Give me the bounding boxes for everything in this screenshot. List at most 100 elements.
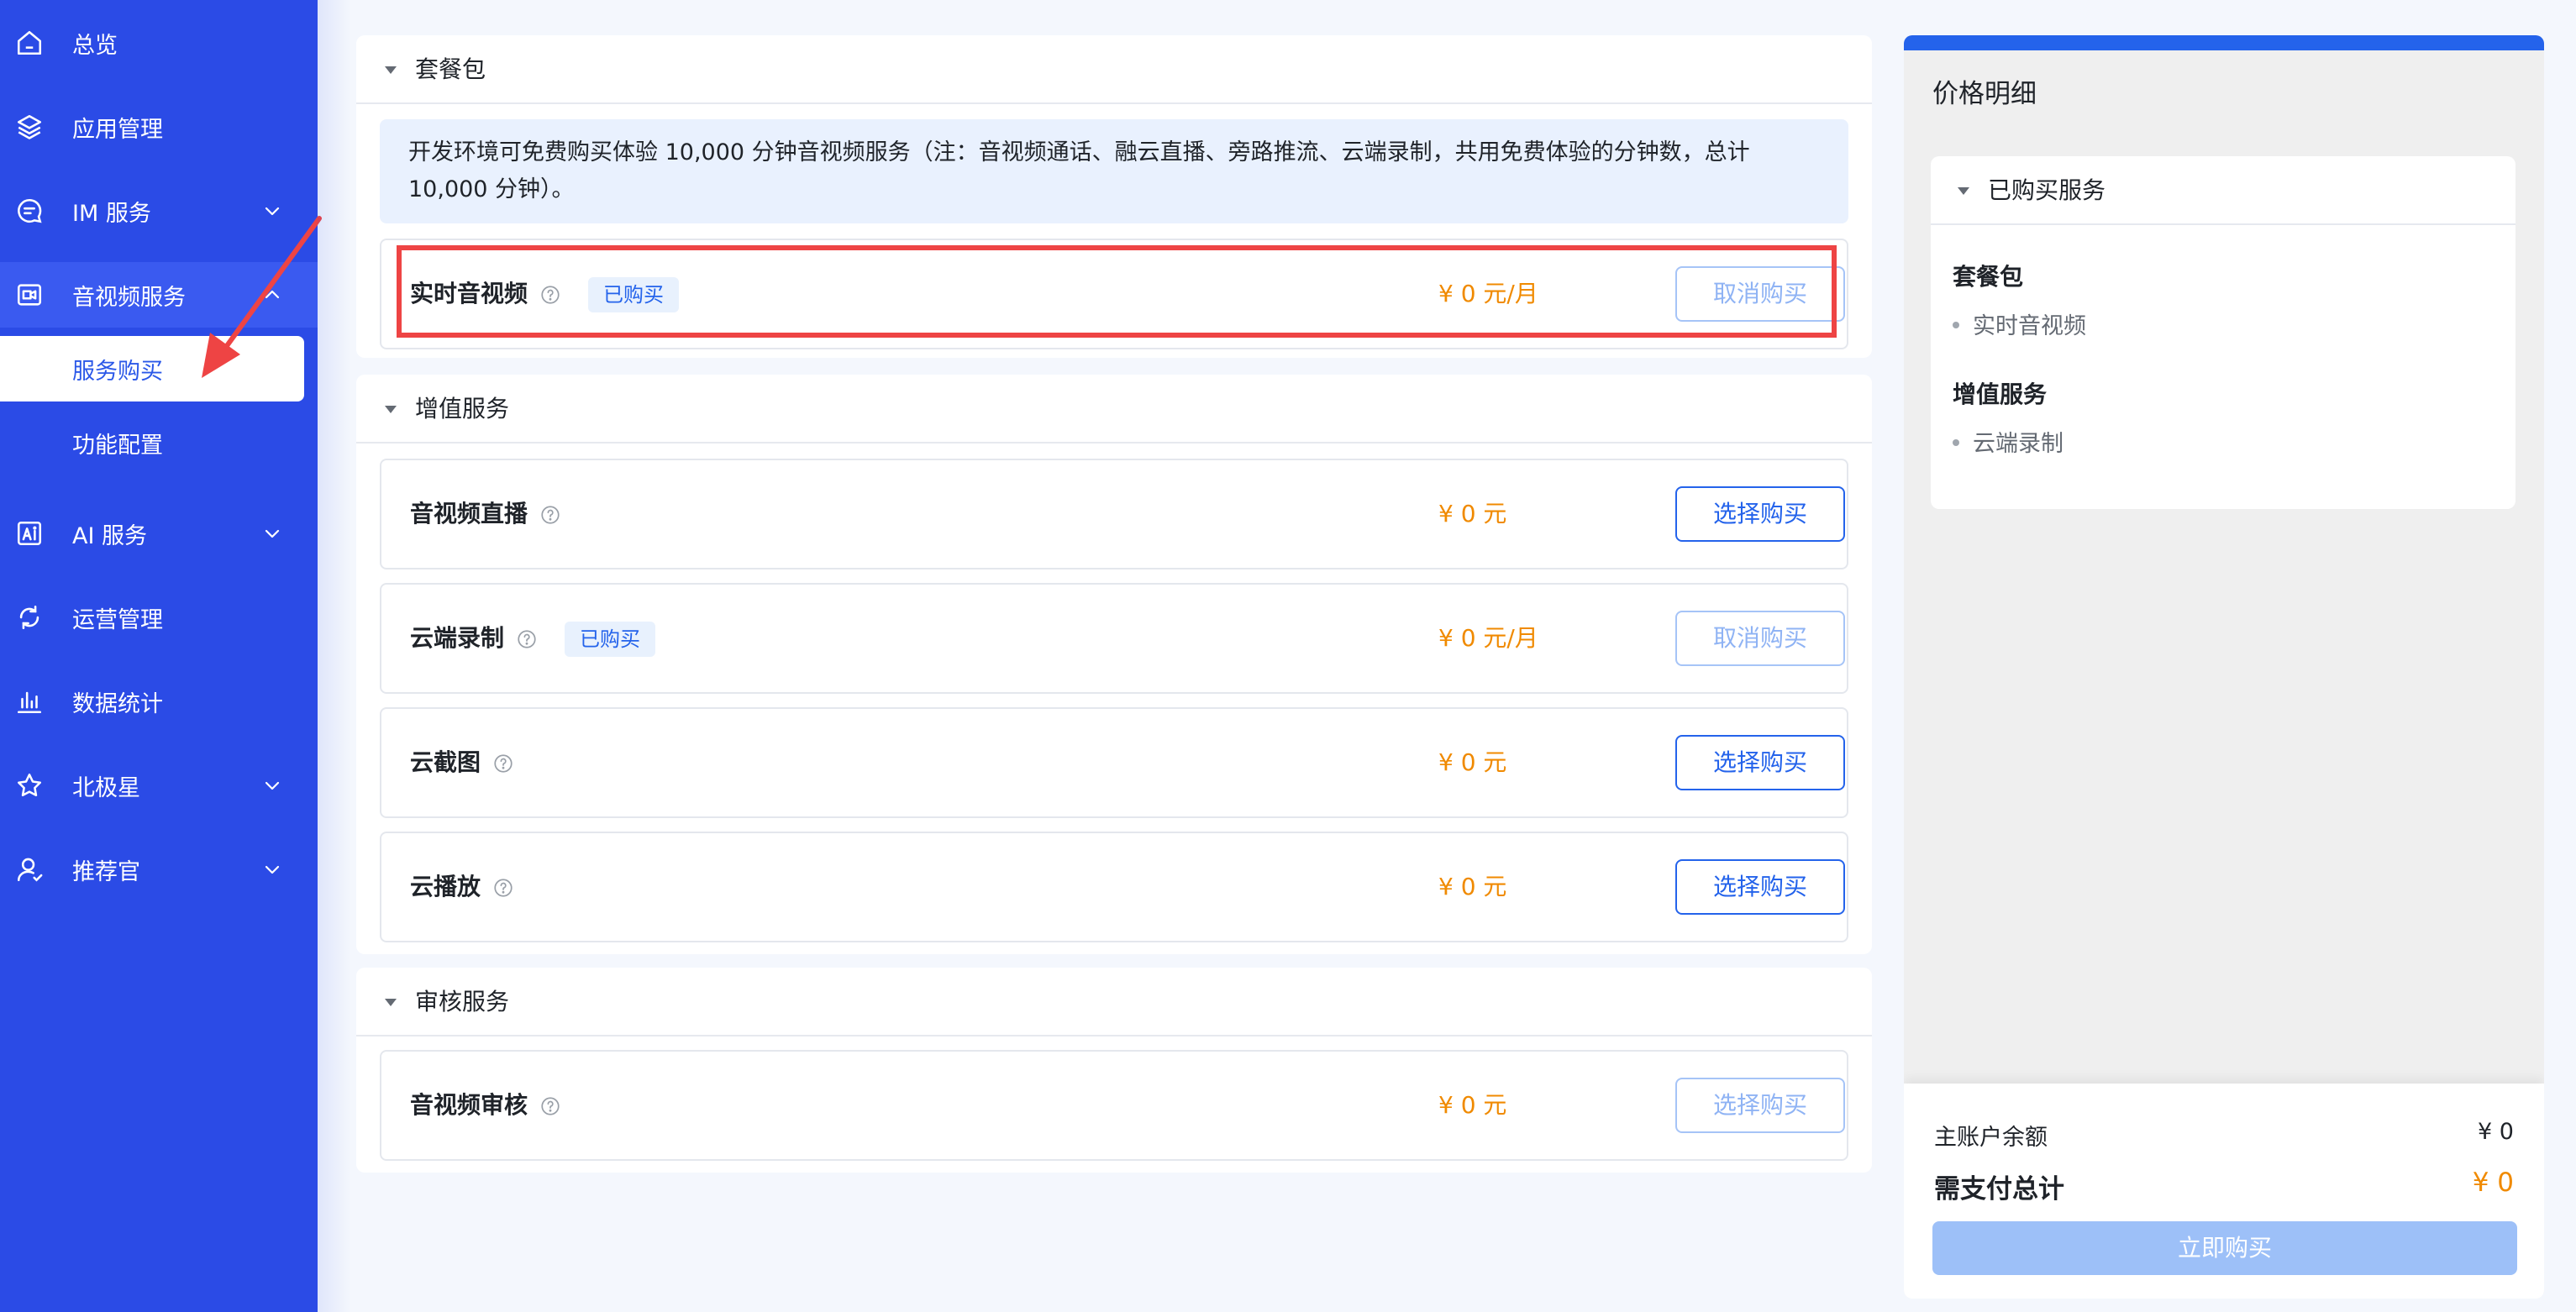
select-purchase-button[interactable]: 选择购买 [1675, 859, 1845, 915]
price-detail-panel: 价格明细 已购买服务 套餐包 实时音视频 增值服务 云端录制 主账户余额 ¥ 0… [1904, 35, 2544, 1299]
service-name: 云播放 [410, 873, 481, 900]
section-title: 审核服务 [415, 988, 510, 1015]
select-purchase-button[interactable]: 选择购买 [1675, 1078, 1845, 1133]
help-icon[interactable] [492, 877, 514, 899]
caret-down-icon [1956, 183, 1971, 198]
chevron-down-icon [262, 859, 282, 879]
payment-summary: 主账户余额 ¥ 0 需支付总计 ¥ 0 立即购买 [1904, 1084, 2544, 1299]
nav-label: IM 服务 [72, 200, 151, 227]
buy-now-button[interactable]: 立即购买 [1932, 1221, 2517, 1275]
purchased-services-card: 已购买服务 套餐包 实时音视频 增值服务 云端录制 [1931, 156, 2516, 509]
home-icon [15, 29, 44, 57]
nav-item-im-service[interactable]: IM 服务 [0, 178, 318, 244]
nav-item-app-management[interactable]: 应用管理 [0, 94, 318, 160]
chat-icon [15, 197, 44, 225]
purchased-services-title: 已购买服务 [1988, 176, 2106, 204]
nav-item-polaris[interactable]: 北极星 [0, 753, 318, 818]
section-title: 套餐包 [415, 55, 486, 83]
sidebar: 总览 应用管理 IM 服务 音视频服务 服务购买 功能配置 AI 服务 运营管理… [0, 0, 322, 1312]
sub-item-feature-config[interactable]: 功能配置 [0, 410, 304, 475]
nav-label: 音视频服务 [72, 284, 186, 311]
nav-item-referrer[interactable]: 推荐官 [0, 837, 318, 902]
service-price: ¥ 0 元 [1438, 500, 1507, 527]
service-row: 云截图 ¥ 0 元 选择购买 [380, 707, 1848, 818]
total-label: 需支付总计 [1934, 1174, 2064, 1204]
video-icon [15, 281, 44, 309]
nav-label: AI 服务 [72, 522, 148, 549]
service-name: 音视频审核 [410, 1091, 528, 1119]
nav-item-operations[interactable]: 运营管理 [0, 585, 318, 650]
service-price: ¥ 0 元 [1438, 873, 1507, 900]
purchased-badge: 已购买 [588, 277, 679, 312]
nav-label: 推荐官 [72, 858, 140, 885]
nav-item-statistics[interactable]: 数据统计 [0, 669, 318, 734]
sidebar-shadow [318, 0, 351, 1312]
purchased-item-label: 实时音视频 [1973, 313, 2086, 339]
user-icon [15, 855, 44, 884]
service-row: 音视频直播 ¥ 0 元 选择购买 [380, 459, 1848, 569]
refresh-icon [15, 603, 44, 632]
panel-accent-bar [1904, 35, 2544, 50]
nav-item-overview[interactable]: 总览 [0, 10, 318, 76]
bar-chart-icon [15, 687, 44, 716]
cancel-purchase-button[interactable]: 取消购买 [1675, 611, 1845, 666]
free-trial-notice: 开发环境可免费购买体验 10,000 分钟音视频服务（注：音视频通话、融云直播、… [380, 119, 1848, 223]
value-added-section: 增值服务 音视频直播 ¥ 0 元 选择购买 云端录制 已购买 ¥ 0 元/月 取… [356, 375, 1872, 954]
section-header[interactable]: 审核服务 [356, 968, 1872, 1036]
help-icon[interactable] [539, 284, 561, 306]
package-section: 套餐包 开发环境可免费购买体验 10,000 分钟音视频服务（注：音视频通话、融… [356, 35, 1872, 358]
nav-label: 运营管理 [72, 606, 163, 633]
service-name: 音视频直播 [410, 500, 528, 527]
sub-item-service-purchase[interactable]: 服务购买 [0, 336, 304, 401]
section-header[interactable]: 增值服务 [356, 375, 1872, 443]
sub-item-label: 服务购买 [72, 358, 163, 385]
layers-icon [15, 113, 44, 141]
service-name: 云端录制 [410, 624, 505, 652]
star-icon [15, 771, 44, 800]
service-row: 云播放 ¥ 0 元 选择购买 [380, 832, 1848, 942]
section-title: 增值服务 [415, 395, 510, 422]
service-price: ¥ 0 元/月 [1438, 280, 1538, 307]
caret-down-icon [383, 62, 398, 77]
help-icon[interactable] [492, 753, 514, 774]
purchased-badge: 已购买 [565, 622, 655, 657]
service-row: 云端录制 已购买 ¥ 0 元/月 取消购买 [380, 583, 1848, 694]
section-header[interactable]: 套餐包 [356, 35, 1872, 104]
nav-item-ai-service[interactable]: AI 服务 [0, 501, 318, 566]
service-price: ¥ 0 元 [1438, 1091, 1507, 1119]
group-title: 套餐包 [1953, 263, 2024, 291]
ai-icon [15, 519, 44, 548]
panel-title: 价格明细 [1932, 79, 2037, 109]
chevron-down-icon [262, 201, 282, 221]
sub-item-label: 功能配置 [72, 432, 163, 459]
service-price: ¥ 0 元/月 [1438, 624, 1538, 652]
purchased-item-label: 云端录制 [1973, 431, 2063, 457]
group-title: 增值服务 [1953, 380, 2048, 408]
chevron-down-icon [262, 775, 282, 795]
balance-value: ¥ 0 [2478, 1119, 2514, 1145]
chevron-up-icon [262, 285, 282, 305]
caret-down-icon [383, 994, 398, 1010]
nav-label: 数据统计 [72, 690, 163, 717]
help-icon[interactable] [516, 628, 538, 650]
bullet-dot [1953, 321, 1959, 328]
help-icon[interactable] [539, 504, 561, 526]
balance-label: 主账户余额 [1934, 1125, 2048, 1151]
purchased-services-header[interactable]: 已购买服务 [1931, 156, 2516, 225]
select-purchase-button[interactable]: 选择购买 [1675, 486, 1845, 542]
nav-label: 应用管理 [72, 116, 163, 143]
service-name: 云截图 [410, 748, 481, 776]
service-row: 音视频审核 ¥ 0 元 选择购买 [380, 1050, 1848, 1161]
purchased-item: 云端录制 [1953, 425, 2063, 458]
cancel-purchase-button[interactable]: 取消购买 [1675, 266, 1845, 322]
select-purchase-button[interactable]: 选择购买 [1675, 735, 1845, 790]
help-icon[interactable] [539, 1095, 561, 1117]
service-name: 实时音视频 [410, 280, 528, 307]
nav-item-av-service[interactable]: 音视频服务 [0, 262, 318, 328]
total-value: ¥ 0 [2472, 1168, 2514, 1198]
nav-label: 北极星 [72, 774, 140, 801]
service-price: ¥ 0 元 [1438, 748, 1507, 776]
purchased-item: 实时音视频 [1953, 307, 2086, 340]
nav-label: 总览 [72, 32, 118, 59]
service-row: 实时音视频 已购买 ¥ 0 元/月 取消购买 [380, 239, 1848, 349]
